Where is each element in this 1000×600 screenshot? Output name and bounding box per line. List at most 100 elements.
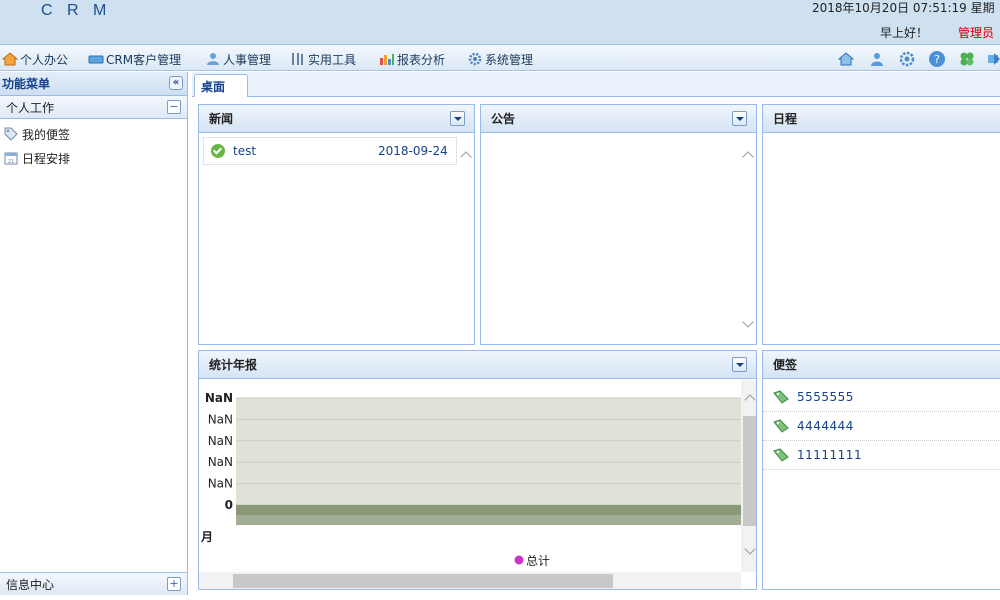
- tag-icon: [773, 419, 789, 433]
- home-icon[interactable]: [837, 51, 855, 67]
- scrollbar-thumb[interactable]: [233, 574, 613, 588]
- menu-tools[interactable]: 实用工具: [290, 50, 356, 68]
- scroll-up-icon[interactable]: [743, 149, 753, 159]
- current-datetime: 2018年10月20日 07:51:19 星期: [812, 1, 995, 15]
- main-menu-bar: 个人办公 CRM客户管理 人事管理 实用工具 报表分析 系统管理 ?: [0, 44, 1000, 71]
- sidebar-item-schedule[interactable]: 21 日程安排: [0, 146, 187, 170]
- calendar-icon: 21: [4, 152, 18, 165]
- series-area: [236, 505, 741, 515]
- current-user-link[interactable]: 管理员: [958, 24, 994, 41]
- collapse-left-icon[interactable]: «: [169, 76, 183, 90]
- news-item-date: 2018-09-24: [378, 144, 448, 158]
- menu-personal-office[interactable]: 个人办公: [2, 50, 68, 68]
- schedule-portlet-header: 日程: [763, 105, 1000, 133]
- check-circle-icon: [211, 144, 225, 158]
- list-item[interactable]: test 2018-09-24: [203, 137, 457, 165]
- menu-label: 报表分析: [397, 52, 446, 67]
- user-icon[interactable]: [869, 51, 885, 67]
- notice-list: [481, 133, 756, 344]
- tag-icon: [773, 390, 789, 404]
- info-center-header[interactable]: 信息中心 +: [0, 572, 187, 595]
- notes-portlet-header: 便签: [763, 351, 1000, 379]
- notes-list: 5555555 4444444 11111111: [763, 379, 1000, 470]
- legend-marker: [514, 555, 524, 565]
- note-text: 4444444: [797, 419, 854, 433]
- notice-portlet-header: 公告: [481, 105, 756, 133]
- tab-bar: 桌面: [192, 72, 1000, 97]
- y-tick-label: 0: [225, 498, 233, 512]
- tag-icon: [4, 127, 18, 141]
- annual-report-portlet: 统计年报 NaN NaN NaN NaN NaN 0 月总计: [198, 350, 757, 590]
- x-axis-label: 月: [200, 530, 213, 544]
- menu-system[interactable]: 系统管理: [467, 50, 533, 68]
- notice-portlet: 公告: [480, 104, 757, 345]
- plot-area: [236, 398, 741, 515]
- series-area-base: [236, 515, 741, 525]
- dropdown-icon[interactable]: [732, 357, 747, 372]
- settings-icon[interactable]: [899, 51, 915, 67]
- y-tick-label: NaN: [205, 391, 233, 405]
- y-tick-label: NaN: [208, 434, 233, 448]
- notice-title: 公告: [491, 112, 516, 126]
- plus-icon[interactable]: +: [167, 577, 181, 591]
- tools-icon: [292, 53, 303, 65]
- sidebar-item-my-notes[interactable]: 我的便签: [0, 122, 187, 146]
- sidebar-item-label: 我的便签: [22, 127, 71, 142]
- gear-icon: [468, 52, 482, 66]
- note-text: 11111111: [797, 448, 863, 462]
- plugin-icon[interactable]: [959, 51, 975, 67]
- schedule-title: 日程: [773, 112, 798, 126]
- scroll-up-icon[interactable]: [745, 392, 755, 402]
- function-menu-title: 功能菜单: [2, 77, 51, 91]
- menu-label: 实用工具: [308, 52, 357, 67]
- scroll-down-icon[interactable]: [745, 545, 755, 555]
- app-logo: C R M: [41, 2, 112, 19]
- function-menu-header: 功能菜单 «: [0, 72, 187, 96]
- menu-label: 个人办公: [20, 52, 69, 67]
- notes-portlet: 便签 5555555 4444444 11111111: [762, 350, 1000, 590]
- menu-label: CRM客户管理: [106, 52, 182, 67]
- notes-title: 便签: [773, 358, 798, 372]
- dropdown-icon[interactable]: [450, 111, 465, 126]
- personal-work-title: 个人工作: [6, 100, 55, 115]
- info-center-title: 信息中心: [6, 577, 55, 592]
- menu-crm[interactable]: CRM客户管理: [88, 50, 181, 68]
- menu-hr[interactable]: 人事管理: [205, 50, 271, 68]
- note-text: 5555555: [797, 390, 854, 404]
- scrollbar-thumb[interactable]: [743, 416, 756, 526]
- function-menu-panel: 功能菜单 « 个人工作 − 我的便签 21 日程安排 信息中心 +: [0, 72, 188, 595]
- list-item[interactable]: 11111111: [763, 441, 1000, 470]
- legend-label: 总计: [526, 554, 550, 568]
- tab-desktop[interactable]: 桌面: [194, 74, 248, 97]
- dropdown-icon[interactable]: [732, 111, 747, 126]
- news-title: 新闻: [209, 112, 234, 126]
- menu-reports[interactable]: 报表分析: [379, 50, 445, 68]
- schedule-portlet: 日程: [762, 104, 1000, 345]
- scroll-down-icon[interactable]: [743, 318, 753, 328]
- news-list: test 2018-09-24: [199, 133, 474, 344]
- svg-text:?: ?: [934, 53, 940, 66]
- horizontal-scrollbar[interactable]: [199, 572, 741, 589]
- minus-icon[interactable]: −: [167, 100, 181, 114]
- greeting-text: 早上好！: [880, 26, 929, 40]
- menu-label: 系统管理: [485, 52, 534, 67]
- help-icon[interactable]: ?: [929, 51, 945, 67]
- list-item[interactable]: 4444444: [763, 412, 1000, 441]
- scroll-up-icon[interactable]: [461, 149, 471, 159]
- home-icon: [2, 52, 18, 66]
- exit-icon[interactable]: [988, 51, 1000, 67]
- news-portlet-header: 新闻: [199, 105, 474, 133]
- personal-work-header[interactable]: 个人工作 −: [0, 96, 187, 119]
- annual-report-title: 统计年报: [209, 358, 258, 372]
- card-icon: [88, 55, 104, 64]
- sidebar-item-label: 日程安排: [22, 151, 71, 166]
- list-item[interactable]: 5555555: [763, 383, 1000, 412]
- chart-svg: NaN NaN NaN NaN NaN 0 月总计: [200, 391, 741, 568]
- menu-label: 人事管理: [223, 52, 272, 67]
- annual-report-chart: NaN NaN NaN NaN NaN 0 月总计: [199, 380, 756, 589]
- y-tick-label: NaN: [208, 412, 233, 426]
- svg-text:21: 21: [8, 159, 14, 165]
- app-header: C R M 2018年10月20日 07:51:19 星期 早上好！ 管理员: [0, 0, 1000, 44]
- news-portlet: 新闻 test 2018-09-24: [198, 104, 475, 345]
- vertical-scrollbar[interactable]: [741, 380, 756, 572]
